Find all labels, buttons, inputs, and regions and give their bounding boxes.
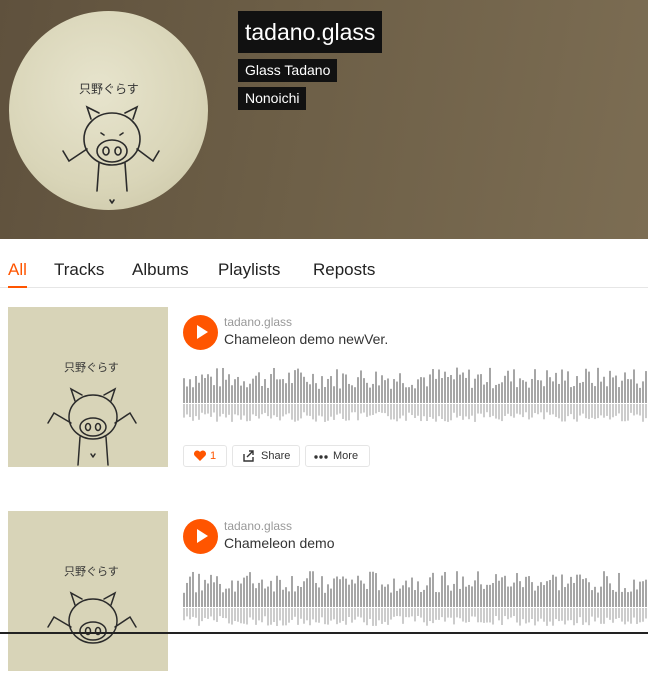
pig-drawing: 只野ぐらす bbox=[47, 565, 137, 644]
profile-header: 只野ぐらす tadano.glass Glass Tadano Nonoichi bbox=[0, 0, 648, 239]
avatar[interactable]: 只野ぐらす bbox=[9, 11, 208, 210]
tab-playlists[interactable]: Playlists bbox=[218, 259, 280, 286]
more-button[interactable]: More bbox=[305, 445, 370, 467]
avatar-caption: 只野ぐらす bbox=[79, 82, 139, 96]
pig-drawing: 只野ぐらす bbox=[47, 361, 137, 466]
profile-tabs: All Tracks Albums Playlists Reposts bbox=[0, 239, 648, 288]
tab-all[interactable]: All bbox=[8, 259, 27, 288]
divider bbox=[0, 632, 648, 634]
share-label: Share bbox=[261, 450, 291, 462]
track-uploader[interactable]: tadano.glass bbox=[224, 315, 292, 329]
tab-albums[interactable]: Albums bbox=[132, 259, 189, 286]
profile-username: tadano.glass bbox=[238, 11, 383, 53]
track-uploader[interactable]: tadano.glass bbox=[224, 519, 292, 533]
play-button[interactable] bbox=[183, 519, 218, 554]
play-button[interactable] bbox=[183, 315, 218, 350]
artwork-caption: 只野ぐらす bbox=[64, 565, 119, 578]
tab-tracks[interactable]: Tracks bbox=[54, 259, 104, 286]
track-title[interactable]: Chameleon demo bbox=[224, 535, 335, 551]
artwork-caption: 只野ぐらす bbox=[64, 361, 119, 374]
more-icon bbox=[314, 446, 328, 473]
track-item: 只野ぐらす tadano.glass Chameleon demo bbox=[0, 511, 648, 681]
like-count: 1 bbox=[210, 450, 217, 462]
more-label: More bbox=[333, 450, 359, 462]
tab-reposts[interactable]: Reposts bbox=[313, 259, 375, 286]
track-artwork[interactable]: 只野ぐらす bbox=[8, 511, 168, 671]
share-icon bbox=[241, 446, 255, 473]
like-button[interactable]: 1 bbox=[183, 445, 227, 467]
profile-full-name: Glass Tadano bbox=[238, 59, 338, 82]
heart-icon bbox=[193, 446, 207, 473]
track-title[interactable]: Chameleon demo newVer. bbox=[224, 331, 388, 347]
track-artwork[interactable]: 只野ぐらす bbox=[8, 307, 168, 467]
profile-city: Nonoichi bbox=[238, 87, 307, 110]
waveform[interactable] bbox=[183, 365, 648, 423]
share-button[interactable]: Share bbox=[232, 445, 300, 467]
waveform[interactable] bbox=[183, 569, 648, 627]
pig-drawing: 只野ぐらす bbox=[62, 82, 160, 204]
track-item: 只野ぐらす tadano.glass Chameleon demo newVer… bbox=[0, 307, 648, 477]
